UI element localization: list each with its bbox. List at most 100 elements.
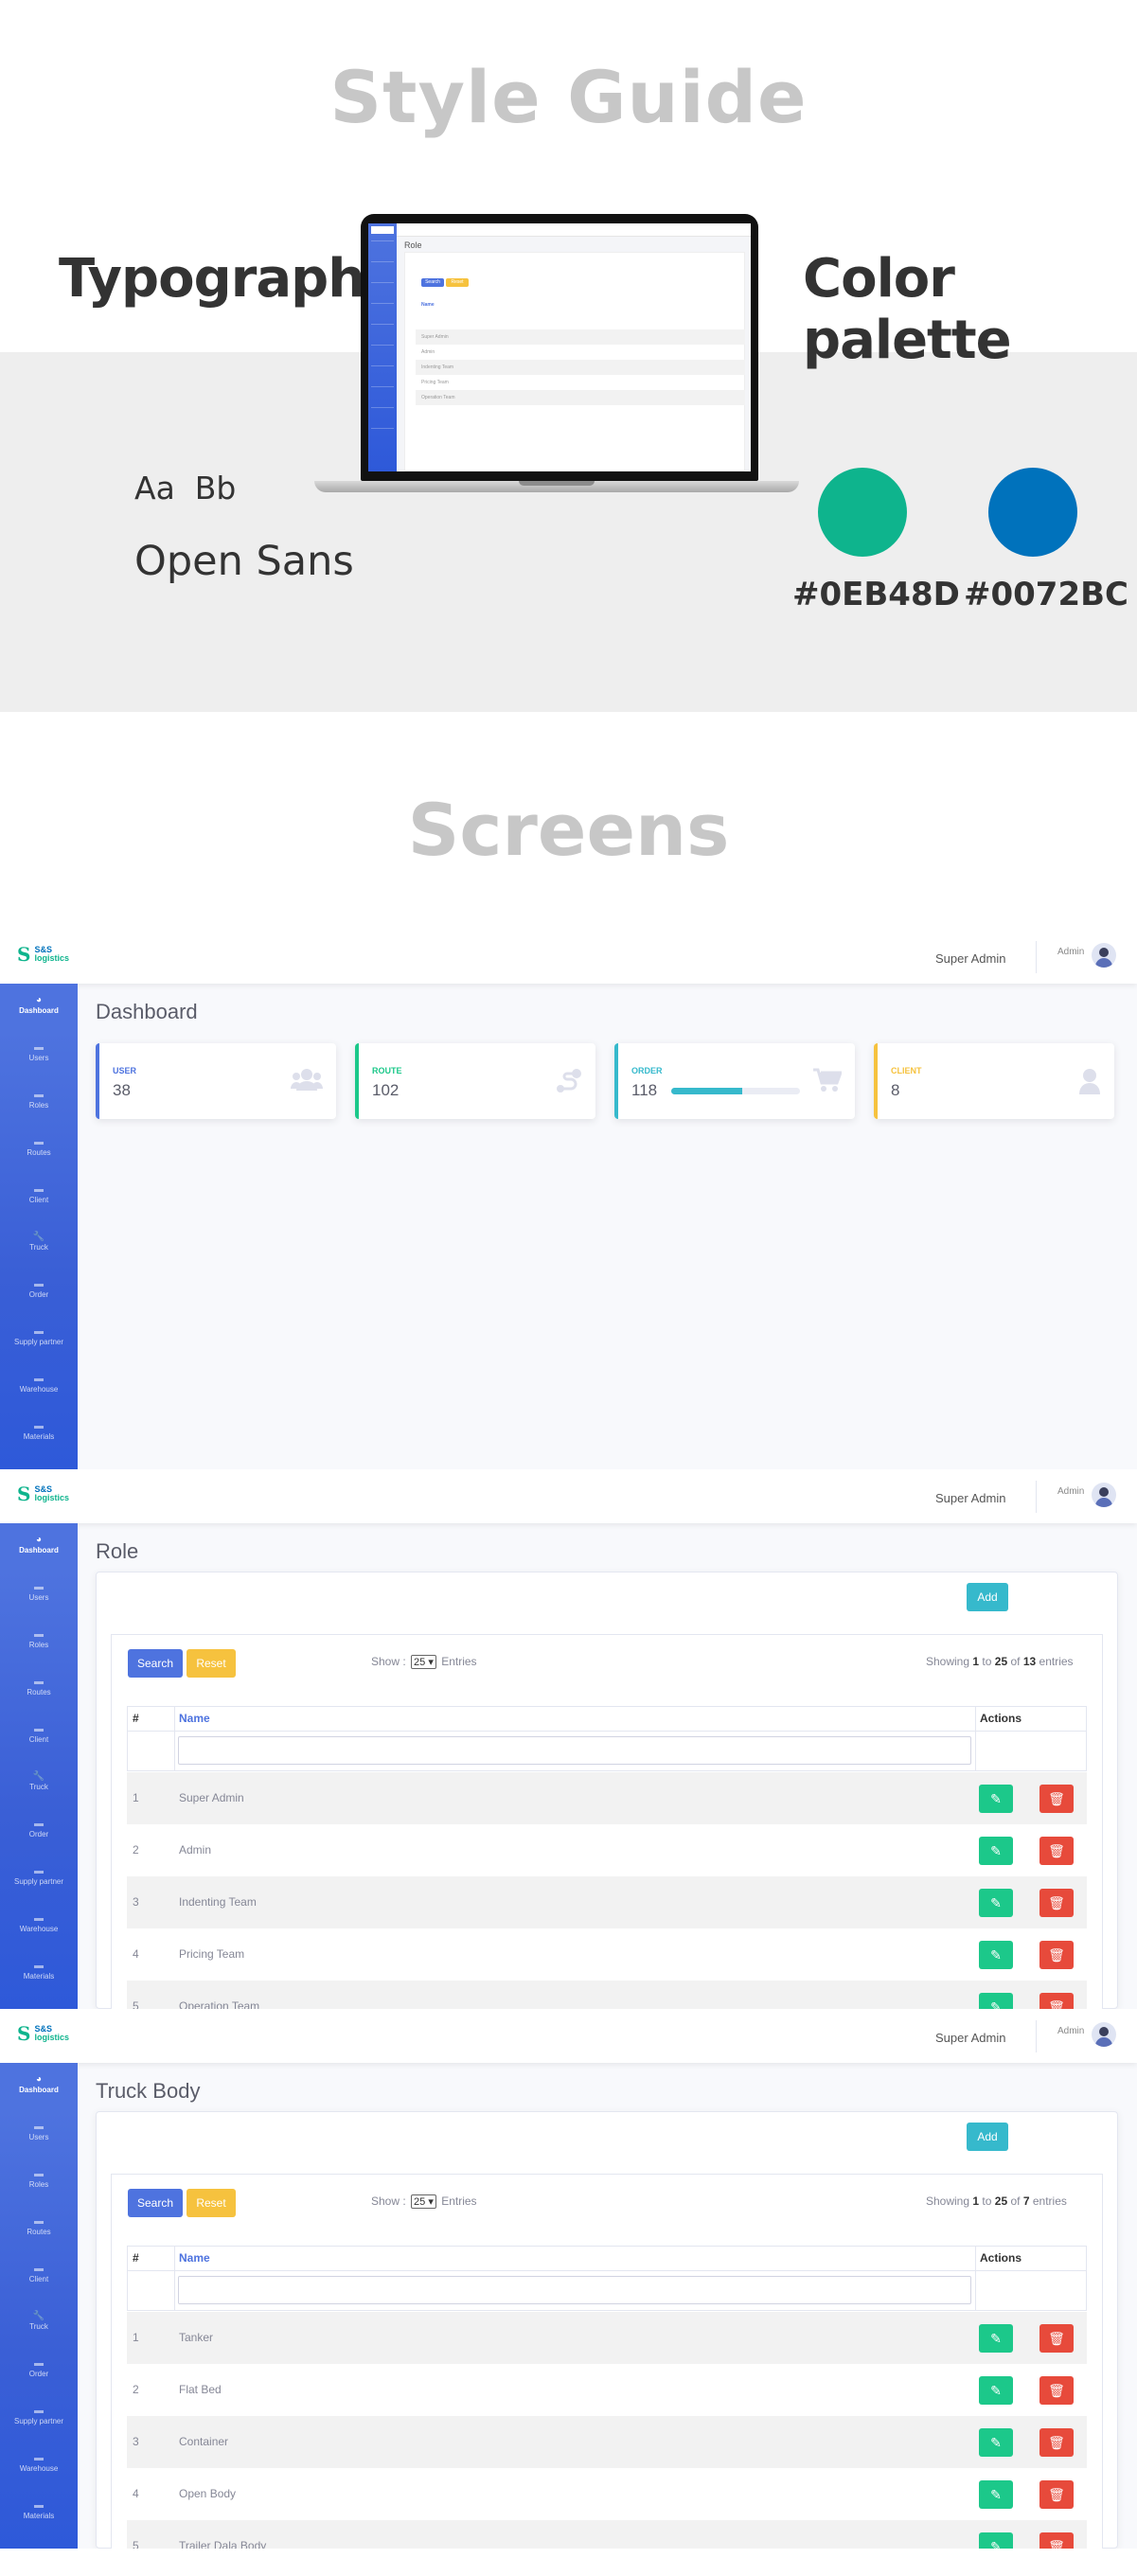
top-user-role[interactable]: Admin (1057, 2026, 1084, 2036)
avatar[interactable] (1092, 2022, 1116, 2047)
sidebar-item-materials[interactable]: ▬ Materials (0, 1949, 78, 1997)
stat-label: ROUTE (372, 1066, 402, 1075)
search-button[interactable]: Search (128, 1649, 183, 1678)
brand-logo[interactable]: S S&S logistics (17, 1483, 69, 1505)
sidebar-item-label: Client (28, 1735, 49, 1744)
mini-logo (371, 226, 394, 234)
page-size-control: Show : 25 ▾ Entries (371, 2194, 477, 2209)
edit-button[interactable]: ✎ (979, 2480, 1013, 2509)
brand-logo[interactable]: S S&S logistics (17, 943, 69, 966)
mini-row: Admin (421, 349, 435, 355)
sidebar-item-truck[interactable]: 🔧 Truck (0, 1760, 78, 1807)
edit-button[interactable]: ✎ (979, 1889, 1013, 1917)
edit-button[interactable]: ✎ (979, 2532, 1013, 2549)
mini-nav (371, 407, 394, 420)
sidebar-item-users[interactable]: ▬ Users (0, 1031, 78, 1078)
top-user-name[interactable]: Super Admin (935, 1491, 1005, 1505)
top-user-name[interactable]: Super Admin (935, 2031, 1005, 2045)
add-button[interactable]: Add (967, 1583, 1008, 1611)
brand-logo[interactable]: S S&S logistics (17, 2022, 69, 2045)
edit-button[interactable]: ✎ (979, 1941, 1013, 1969)
mini-page-title: Role (404, 240, 422, 250)
sidebar-item-label: Warehouse (19, 2464, 59, 2473)
delete-button[interactable]: 🗑 (1039, 1785, 1074, 1813)
avatar[interactable] (1092, 943, 1116, 968)
top-user-name[interactable]: Super Admin (935, 951, 1005, 966)
sidebar-item-dashboard[interactable]: ◕ Dashboard (0, 2063, 78, 2110)
table-row: 4 Pricing Team ✎ 🗑 (127, 1928, 1087, 1981)
delete-button[interactable]: 🗑 (1039, 2532, 1074, 2549)
page-size-select[interactable]: 25 ▾ (411, 1655, 436, 1669)
sidebar-item-users[interactable]: ▬ Users (0, 1571, 78, 1618)
sidebar-item-dashboard[interactable]: ◕ Dashboard (0, 984, 78, 1031)
edit-button[interactable]: ✎ (979, 1993, 1013, 2009)
stat-card-order[interactable]: ORDER 118 (614, 1043, 855, 1119)
delete-button[interactable]: 🗑 (1039, 1889, 1074, 1917)
name-filter-input[interactable] (178, 2276, 971, 2304)
sidebar-item-routes[interactable]: ▬ Routes (0, 1665, 78, 1713)
edit-button[interactable]: ✎ (979, 1837, 1013, 1865)
folder-icon: ▬ (34, 1582, 44, 1592)
folder-icon: ▬ (34, 2169, 44, 2179)
column-header-name[interactable]: Name (179, 1706, 210, 1731)
edit-button[interactable]: ✎ (979, 2428, 1013, 2457)
sidebar-item-client[interactable]: ▬ Client (0, 1713, 78, 1760)
sidebar-item-truck[interactable]: 🔧 Truck (0, 2300, 78, 2347)
name-filter-input[interactable] (178, 1736, 971, 1765)
sidebar-item-routes[interactable]: ▬ Routes (0, 1126, 78, 1173)
sidebar-item-materials[interactable]: ▬ Materials (0, 1410, 78, 1457)
sidebar-item-label: Routes (27, 1148, 51, 1157)
edit-button[interactable]: ✎ (979, 2324, 1013, 2353)
sidebar-item-supply-partner[interactable]: ▬ Supply partner (0, 1855, 78, 1902)
sidebar-item-label: Materials (23, 1432, 55, 1441)
sidebar-item-supply-partner[interactable]: ▬ Supply partner (0, 1315, 78, 1362)
delete-button[interactable]: 🗑 (1039, 1993, 1074, 2009)
reset-button[interactable]: Reset (187, 2189, 236, 2217)
sidebar-item-order[interactable]: ▬ Order (0, 2347, 78, 2394)
sidebar-item-roles[interactable]: ▬ Roles (0, 1618, 78, 1665)
sidebar-item-client[interactable]: ▬ Client (0, 2252, 78, 2300)
delete-button[interactable]: 🗑 (1039, 2428, 1074, 2457)
sidebar-item-truck[interactable]: 🔧 Truck (0, 1220, 78, 1268)
reset-button[interactable]: Reset (187, 1649, 236, 1678)
delete-button[interactable]: 🗑 (1039, 1941, 1074, 1969)
sidebar-item-roles[interactable]: ▬ Roles (0, 2158, 78, 2205)
search-button[interactable]: Search (128, 2189, 183, 2217)
edit-button[interactable]: ✎ (979, 2376, 1013, 2405)
sidebar-item-users[interactable]: ▬ Users (0, 2110, 78, 2158)
top-user-role[interactable]: Admin (1057, 947, 1084, 957)
sidebar-item-dashboard[interactable]: ◕ Dashboard (0, 1523, 78, 1571)
dashboard-screen: S S&S logistics Super Admin Admin ◕ Dashbo… (0, 930, 1137, 1469)
page-size-select[interactable]: 25 ▾ (411, 2194, 436, 2209)
sidebar-item-label: Users (28, 1593, 49, 1602)
laptop-mockup: Role Search Reset Name Super Admin Admin… (361, 214, 758, 481)
sidebar-item-routes[interactable]: ▬ Routes (0, 2205, 78, 2252)
avatar[interactable] (1092, 1483, 1116, 1507)
sidebar-item-warehouse[interactable]: ▬ Warehouse (0, 1902, 78, 1949)
column-header-number[interactable]: # (133, 1706, 139, 1731)
edit-button[interactable]: ✎ (979, 1785, 1013, 1813)
delete-button[interactable]: 🗑 (1039, 1837, 1074, 1865)
delete-button[interactable]: 🗑 (1039, 2376, 1074, 2405)
table-row: 3 Container ✎ 🗑 (127, 2416, 1087, 2468)
delete-button[interactable]: 🗑 (1039, 2324, 1074, 2353)
sidebar-item-order[interactable]: ▬ Order (0, 1807, 78, 1855)
stat-card-client[interactable]: CLIENT 8 (874, 1043, 1114, 1119)
add-button[interactable]: Add (967, 2123, 1008, 2151)
sidebar-item-supply-partner[interactable]: ▬ Supply partner (0, 2394, 78, 2442)
top-user-role[interactable]: Admin (1057, 1486, 1084, 1497)
brand-mark: S (17, 943, 31, 966)
column-header-number[interactable]: # (133, 2246, 139, 2270)
sidebar-item-roles[interactable]: ▬ Roles (0, 1078, 78, 1126)
sidebar-item-warehouse[interactable]: ▬ Warehouse (0, 1362, 78, 1410)
mini-nav (371, 365, 394, 379)
delete-button[interactable]: 🗑 (1039, 2480, 1074, 2509)
sidebar-item-warehouse[interactable]: ▬ Warehouse (0, 2442, 78, 2489)
column-header-name[interactable]: Name (179, 2246, 210, 2270)
entries-info: Showing 1 to 25 of 7 entries (926, 2194, 1067, 2208)
sidebar-item-materials[interactable]: ▬ Materials (0, 2489, 78, 2536)
sidebar-item-order[interactable]: ▬ Order (0, 1268, 78, 1315)
sidebar-item-client[interactable]: ▬ Client (0, 1173, 78, 1220)
stat-card-user[interactable]: USER 38 (96, 1043, 336, 1119)
stat-card-route[interactable]: ROUTE 102 (355, 1043, 595, 1119)
